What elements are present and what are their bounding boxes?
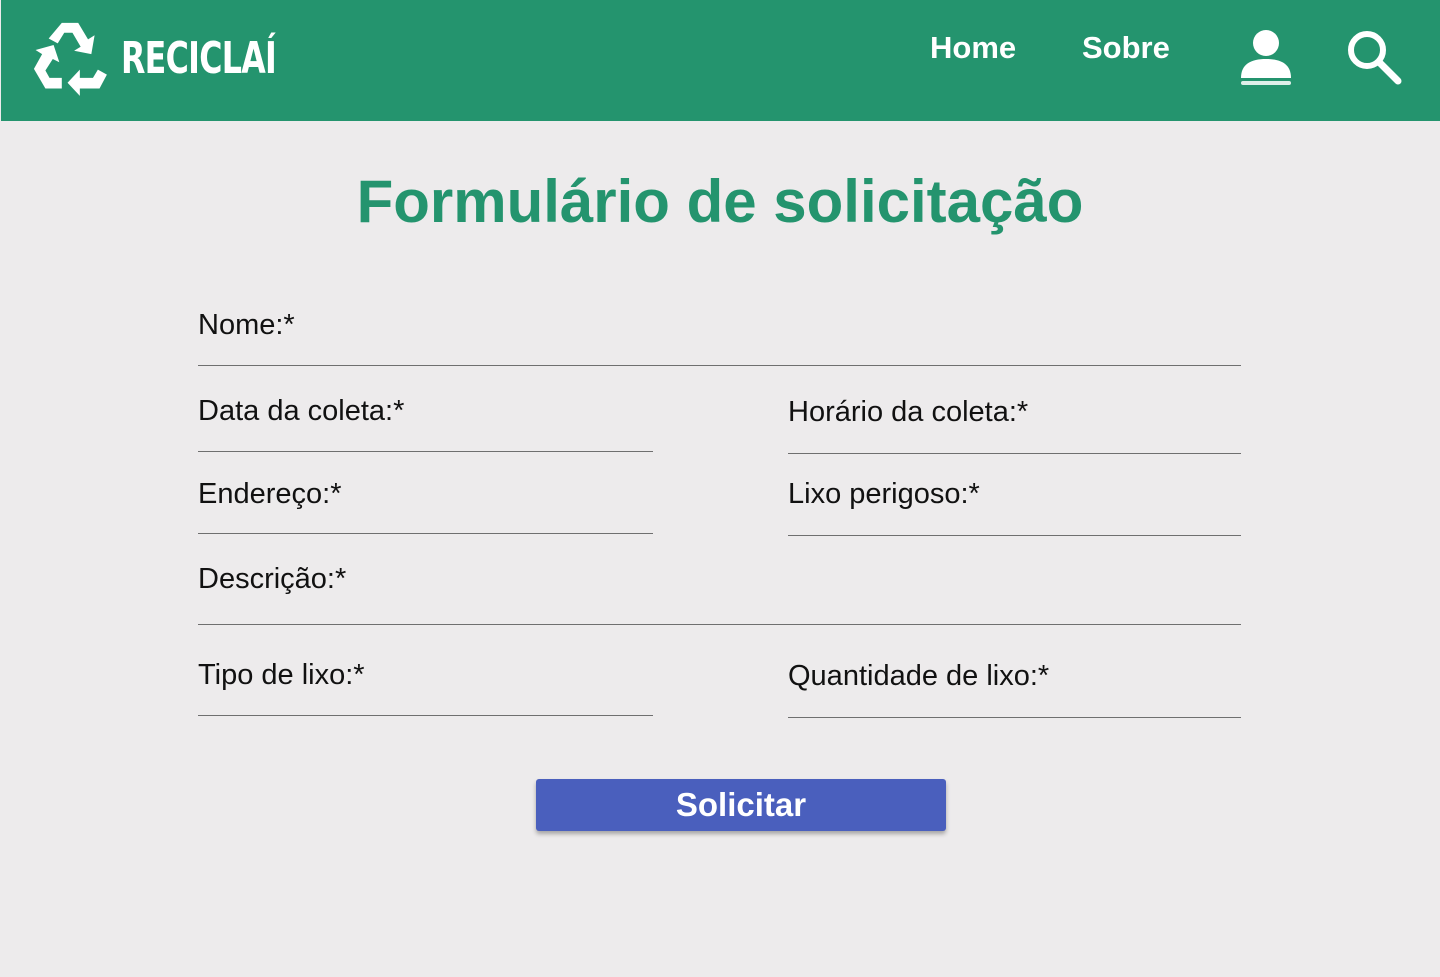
search-icon <box>1348 31 1402 85</box>
search-button[interactable] <box>1345 28 1403 86</box>
field-underline <box>788 453 1241 454</box>
endereco-field[interactable]: Endereço:* <box>198 478 653 534</box>
descricao-input[interactable] <box>198 589 1241 619</box>
field-underline <box>198 715 653 716</box>
data-coleta-field[interactable]: Data da coleta:* <box>198 395 653 452</box>
field-underline <box>198 365 1241 366</box>
field-underline <box>198 624 1241 625</box>
horario-coleta-input[interactable] <box>788 418 1241 448</box>
user-account-button[interactable] <box>1239 28 1293 86</box>
brand-name: RECICLAÍ <box>121 33 277 84</box>
lixo-perigoso-field[interactable]: Lixo perigoso:* <box>788 478 1241 536</box>
user-icon <box>1241 30 1291 85</box>
quantidade-lixo-input[interactable] <box>788 682 1241 712</box>
tipo-lixo-field[interactable]: Tipo de lixo:* <box>198 659 653 716</box>
endereco-input[interactable] <box>198 498 653 528</box>
horario-coleta-field[interactable]: Horário da coleta:* <box>788 396 1241 454</box>
field-underline <box>788 717 1241 718</box>
descricao-field[interactable]: Descrição:* <box>198 563 1241 625</box>
nome-input[interactable] <box>198 330 1241 360</box>
field-underline <box>198 451 653 452</box>
solicitar-button[interactable]: Solicitar <box>536 779 946 831</box>
nav-home-link[interactable]: Home <box>930 30 1016 66</box>
data-coleta-input[interactable] <box>198 416 653 446</box>
brand-logo[interactable]: RECICLAÍ <box>27 18 336 100</box>
nav-sobre-link[interactable]: Sobre <box>1082 30 1170 66</box>
tipo-lixo-input[interactable] <box>198 680 653 710</box>
recycle-icon <box>33 22 107 96</box>
page-title: Formulário de solicitação <box>356 168 1084 235</box>
top-navbar: RECICLAÍ Home Sobre <box>1 0 1440 121</box>
nome-field[interactable]: Nome:* <box>198 309 1241 366</box>
field-underline <box>198 533 653 534</box>
lixo-perigoso-input[interactable] <box>788 500 1241 530</box>
quantidade-lixo-field[interactable]: Quantidade de lixo:* <box>788 660 1241 718</box>
field-underline <box>788 535 1241 536</box>
